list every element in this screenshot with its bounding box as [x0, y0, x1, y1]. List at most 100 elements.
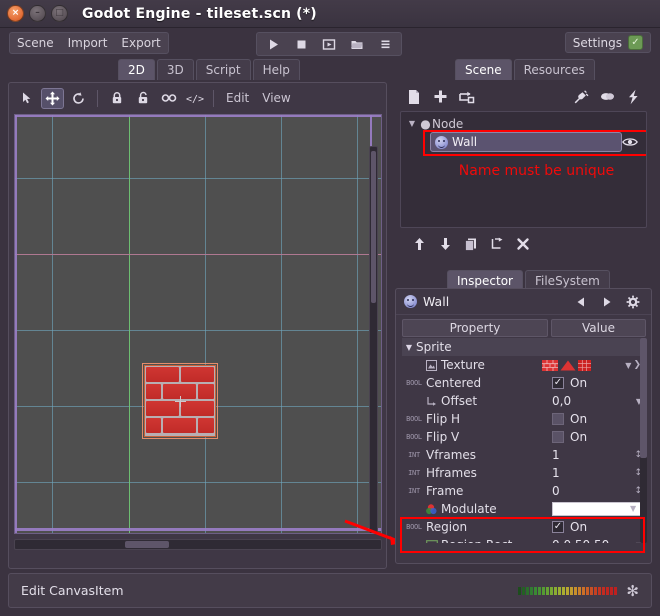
unlock-button[interactable]	[131, 88, 154, 109]
chevron-down-icon[interactable]: ▼	[625, 361, 631, 370]
lock-button[interactable]	[105, 88, 128, 109]
inspector-scroll-thumb[interactable]	[640, 338, 647, 458]
property-row-centered[interactable]: BOOL Centered ✓ On	[402, 374, 646, 392]
property-value-frame[interactable]: 0 ↕	[552, 482, 644, 500]
group-button[interactable]	[157, 88, 180, 109]
meter-segment	[546, 587, 549, 595]
ungroup-button[interactable]: </>	[183, 88, 206, 109]
canvas-hscroll-thumb[interactable]	[125, 541, 169, 548]
property-row-flip-v[interactable]: BOOL Flip V On	[402, 428, 646, 446]
property-value-offset[interactable]: 0,0 ▼	[552, 392, 644, 410]
move-node-up-button[interactable]	[406, 233, 432, 255]
property-type-badge: INT	[402, 451, 426, 459]
property-row-vframes[interactable]: INT Vframes 1 ↕	[402, 446, 646, 464]
inspector-options-button[interactable]	[623, 292, 643, 312]
inspector-back-button[interactable]	[571, 292, 591, 312]
column-header-property[interactable]: Property	[402, 319, 548, 337]
meter-segment	[554, 587, 557, 595]
tab-resources[interactable]: Resources	[514, 59, 595, 80]
move-tool-icon	[45, 91, 60, 106]
checkbox-unchecked-icon[interactable]	[552, 431, 564, 443]
scene-tree[interactable]: ▼ ● Node Wall Name must be unique	[400, 111, 647, 228]
play-button[interactable]	[261, 35, 285, 53]
node-dot-icon: ●	[419, 117, 432, 131]
canvas-menu-edit[interactable]: Edit	[221, 89, 254, 107]
play-custom-scene-button[interactable]	[345, 35, 369, 53]
2d-canvas-viewport[interactable]: Specify Sub-Region (If using single text…	[14, 114, 382, 534]
connect-signal-button[interactable]	[568, 86, 594, 108]
maximize-window-button[interactable]: □	[51, 5, 68, 22]
select-pointer-tool[interactable]	[15, 88, 38, 109]
rotate-tool[interactable]	[67, 88, 90, 109]
fps-icon[interactable]: ✻	[626, 582, 639, 600]
property-type-badge: BOOL	[402, 433, 426, 441]
property-value-centered[interactable]: ✓ On	[552, 374, 644, 392]
column-header-value[interactable]: Value	[551, 319, 646, 337]
menu-import[interactable]: Import	[61, 33, 115, 53]
menu-scene[interactable]: Scene	[10, 33, 61, 53]
attach-script-button[interactable]	[620, 86, 646, 108]
property-row-offset[interactable]: Offset 0,0 ▼	[402, 392, 646, 410]
chevron-down-icon[interactable]: ▼	[630, 504, 636, 513]
instance-scene-button[interactable]	[453, 86, 479, 108]
new-scene-icon	[407, 89, 421, 105]
chevron-down-icon[interactable]: ▼	[402, 343, 416, 352]
checkbox-checked-icon[interactable]: ✓	[552, 377, 564, 389]
move-tool[interactable]	[41, 88, 64, 109]
checkbox-unchecked-icon[interactable]	[552, 413, 564, 425]
canvas-vscroll-thumb[interactable]	[371, 151, 376, 303]
category-label: Sprite	[416, 340, 452, 354]
settings-button[interactable]: Settings ✓	[565, 32, 651, 53]
property-value-flip-h[interactable]: On	[552, 410, 644, 428]
tab-script[interactable]: Script	[196, 59, 251, 80]
duplicate-node-button[interactable]	[458, 233, 484, 255]
chevron-down-icon[interactable]: ▼	[405, 119, 419, 128]
inspector-scrollbar[interactable]	[640, 338, 647, 543]
property-row-flip-h[interactable]: BOOL Flip H On	[402, 410, 646, 428]
groups-button[interactable]	[594, 86, 620, 108]
meter-segment	[550, 587, 553, 595]
tab-scene[interactable]: Scene	[455, 59, 512, 80]
tab-3d[interactable]: 3D	[157, 59, 194, 80]
stop-button[interactable]	[289, 35, 313, 53]
property-row-modulate[interactable]: Modulate ▼	[402, 500, 646, 518]
property-row-texture[interactable]: Texture	[402, 356, 646, 374]
inspector-forward-button[interactable]	[597, 292, 617, 312]
delete-node-button[interactable]	[510, 233, 536, 255]
property-row-hframes[interactable]: INT Hframes 1 ↕	[402, 464, 646, 482]
move-node-down-button[interactable]	[432, 233, 458, 255]
reparent-node-button[interactable]	[484, 233, 510, 255]
property-category-sprite[interactable]: ▼ Sprite	[402, 338, 646, 356]
meter-segment	[614, 587, 617, 595]
modulate-color-field[interactable]	[552, 502, 642, 516]
property-value-flip-v[interactable]: On	[552, 428, 644, 446]
canvas-horizontal-scrollbar[interactable]	[14, 539, 382, 550]
scene-list-button[interactable]	[373, 35, 397, 53]
property-value-texture[interactable]: ▼ ❯	[542, 356, 644, 374]
new-scene-button[interactable]	[401, 86, 427, 108]
minimize-window-button[interactable]: –	[29, 5, 46, 22]
close-window-button[interactable]: ×	[7, 5, 24, 22]
tab-2d[interactable]: 2D	[118, 59, 155, 80]
property-value-hframes[interactable]: 1 ↕	[552, 464, 644, 482]
meter-segment	[526, 587, 529, 595]
canvas-surface[interactable]: Specify Sub-Region (If using single text…	[15, 115, 381, 533]
inspector-property-list[interactable]: ▼ Sprite Texture	[402, 338, 646, 543]
attach-script-icon	[627, 89, 640, 105]
canvas-menu-view[interactable]: View	[257, 89, 295, 107]
menu-export[interactable]: Export	[114, 33, 167, 53]
property-type-badge: INT	[402, 487, 426, 495]
property-row-frame[interactable]: INT Frame 0 ↕	[402, 482, 646, 500]
tab-help[interactable]: Help	[253, 59, 300, 80]
instance-scene-icon	[458, 89, 475, 104]
status-bar: Edit CanvasItem	[8, 573, 652, 608]
ungroup-code-icon: </>	[186, 91, 204, 105]
play-scene-button[interactable]	[317, 35, 341, 53]
add-node-button[interactable]	[427, 86, 453, 108]
meter-segment	[606, 587, 609, 595]
minimize-icon: –	[35, 9, 40, 18]
canvas-vertical-scrollbar[interactable]	[369, 146, 378, 534]
move-down-icon	[440, 237, 451, 251]
property-value-vframes[interactable]: 1 ↕	[552, 446, 644, 464]
property-type-badge: INT	[402, 469, 426, 477]
